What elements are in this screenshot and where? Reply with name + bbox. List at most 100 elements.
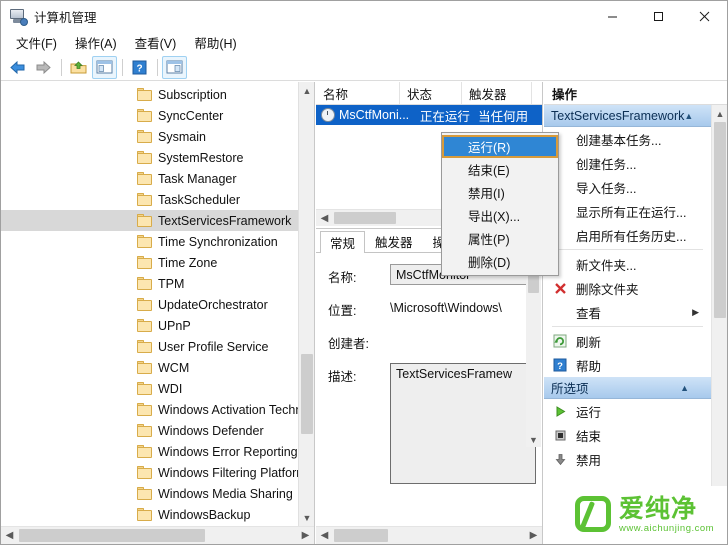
list-hscroll-thumb[interactable] (334, 212, 396, 224)
actions-menu-item[interactable]: 显示所有正在运行... (544, 199, 711, 223)
actions-section-header[interactable]: 所选项 ▲ (544, 377, 711, 399)
tree-horizontal-scrollbar[interactable]: ◀ ▶ (1, 526, 314, 544)
actions-menu-item[interactable]: 创建任务... (544, 151, 711, 175)
tree-hscroll-thumb[interactable] (19, 529, 205, 542)
forward-icon[interactable] (31, 56, 56, 79)
close-button[interactable] (681, 1, 727, 31)
menu-action[interactable]: 操作(A) (66, 30, 126, 55)
tree-item[interactable]: Time Synchronization (1, 231, 298, 252)
actions-menu-item[interactable]: 查看 ▶ (544, 300, 711, 324)
tree-item[interactable]: Time Zone (1, 252, 298, 273)
actions-menu-item[interactable]: 启用所有任务历史... (544, 223, 711, 247)
menu-view[interactable]: 查看(V) (126, 30, 186, 55)
tree-item[interactable]: Windows Error Reporting (1, 441, 298, 462)
details-scroll-left-icon[interactable]: ◀ (316, 527, 333, 544)
details-scroll-down-icon[interactable]: ▼ (526, 432, 541, 447)
scroll-right-icon[interactable]: ▶ (297, 527, 314, 544)
scroll-left-icon[interactable]: ◀ (1, 527, 18, 544)
actions-menu-item[interactable]: 结束 (544, 423, 711, 447)
window-title: 计算机管理 (34, 10, 97, 25)
tree-item[interactable]: Windows Defender (1, 420, 298, 441)
tree-item[interactable]: WDI (1, 378, 298, 399)
caret-up-icon[interactable]: ▲ (684, 111, 693, 121)
actions-item-label: 新文件夹... (576, 258, 637, 273)
title-bar: 计算机管理 (1, 1, 727, 31)
tree-item-label: Sysmain (158, 129, 206, 144)
minimize-button[interactable] (589, 1, 635, 31)
toolbar-separator (61, 58, 62, 76)
folder-icon (137, 382, 152, 395)
actions-section-header[interactable]: TextServicesFramework ▲ (544, 105, 711, 127)
help-icon[interactable]: ? (127, 56, 152, 79)
tree-item-label: Windows Defender (158, 423, 264, 438)
tree-item[interactable]: SyncCenter (1, 105, 298, 126)
menu-help[interactable]: 帮助(H) (185, 30, 245, 55)
column-header[interactable]: 名称 (316, 82, 400, 104)
context-menu-item[interactable]: 导出(X)... (442, 204, 558, 227)
details-scroll-right-icon[interactable]: ▶ (525, 527, 542, 544)
actions-menu-item[interactable]: 创建基本任务... (544, 127, 711, 151)
up-folder-icon[interactable] (66, 56, 91, 79)
folder-icon (137, 235, 152, 248)
details-tab[interactable]: 常规 (320, 231, 366, 253)
actions-vertical-scrollbar[interactable]: ▲ (711, 105, 727, 544)
tree-item[interactable]: User Profile Service (1, 336, 298, 357)
column-header[interactable]: 触发器 (462, 82, 532, 104)
list-scroll-left-icon[interactable]: ◀ (316, 210, 333, 226)
actions-scroll-thumb[interactable] (714, 122, 726, 318)
task-list-row[interactable]: MsCtfMoni... 正在运行 当任何用 (316, 105, 542, 125)
context-menu-item[interactable]: 结束(E) (442, 158, 558, 181)
actions-item-label: 查看 (576, 306, 602, 321)
show-action-pane-icon[interactable] (162, 55, 187, 79)
tree-item-label: UpdateOrchestrator (158, 297, 268, 312)
tree-item[interactable]: WindowsBackup (1, 504, 298, 525)
actions-menu-item[interactable]: 刷新 (544, 329, 711, 353)
show-hide-tree-icon[interactable] (92, 55, 117, 79)
details-tab[interactable]: 触发器 (365, 230, 423, 252)
actions-menu-item[interactable]: 禁用 (544, 447, 711, 471)
column-header[interactable]: 状态 (400, 82, 462, 104)
folder-icon (137, 88, 152, 101)
context-menu-item[interactable]: 运行(R) (442, 135, 558, 158)
tree-item[interactable]: Windows Activation Techn (1, 399, 298, 420)
details-field-value: \Microsoft\Windows\ (390, 300, 502, 315)
tree-item[interactable]: Windows Media Sharing (1, 483, 298, 504)
details-field-value[interactable]: TextServicesFramew (390, 363, 536, 484)
tree-item[interactable]: Task Manager (1, 168, 298, 189)
tree-item[interactable]: Windows Filtering Platforr (1, 462, 298, 483)
tree-item[interactable]: TaskScheduler (1, 189, 298, 210)
details-horizontal-scrollbar[interactable]: ◀ ▶ (316, 526, 542, 544)
details-vertical-scrollbar[interactable]: ▲ ▼ (526, 255, 541, 447)
tree-item[interactable]: TPM (1, 273, 298, 294)
tree-list[interactable]: Subscription SyncCenter Sysmain SystemResto… (1, 84, 298, 526)
scroll-down-icon[interactable]: ▼ (299, 509, 315, 526)
context-menu-item[interactable]: 禁用(I) (442, 181, 558, 204)
back-icon[interactable] (5, 56, 30, 79)
actions-menu-item[interactable]: 新文件夹... (544, 252, 711, 276)
tree-item[interactable]: UPnP (1, 315, 298, 336)
actions-item-label: 显示所有正在运行... (576, 205, 687, 220)
tree-vertical-scrollbar[interactable]: ▲ ▼ (298, 82, 314, 526)
tree-item-label: Subscription (158, 87, 227, 102)
menu-file[interactable]: 文件(F) (7, 30, 66, 55)
actions-scroll-up-icon[interactable]: ▲ (712, 105, 727, 122)
maximize-button[interactable] (635, 1, 681, 31)
actions-menu-item[interactable]: 删除文件夹 (544, 276, 711, 300)
folder-icon (137, 193, 152, 206)
actions-menu-item[interactable]: ? 帮助 (544, 353, 711, 377)
details-hscroll-thumb[interactable] (334, 529, 388, 542)
tree-item[interactable]: WCM (1, 357, 298, 378)
context-menu-item[interactable]: 删除(D) (442, 250, 558, 273)
tree-item[interactable]: Sysmain (1, 126, 298, 147)
tree-item[interactable]: TextServicesFramework (1, 210, 298, 231)
tree-item[interactable]: SystemRestore (1, 147, 298, 168)
actions-menu-item[interactable]: 导入任务... (544, 175, 711, 199)
actions-menu-item[interactable]: 运行 (544, 399, 711, 423)
scroll-up-icon[interactable]: ▲ (299, 82, 315, 99)
context-menu-item[interactable]: 属性(P) (442, 227, 558, 250)
tree-item[interactable]: Subscription (1, 84, 298, 105)
tree-item-label: UPnP (158, 318, 191, 333)
tree-item[interactable]: UpdateOrchestrator (1, 294, 298, 315)
tree-scroll-thumb[interactable] (301, 354, 313, 434)
caret-up-icon[interactable]: ▲ (680, 383, 689, 393)
